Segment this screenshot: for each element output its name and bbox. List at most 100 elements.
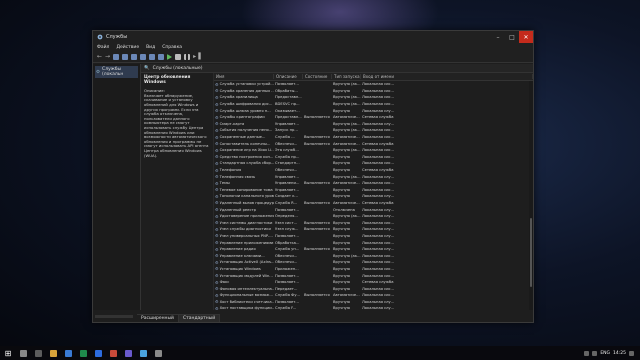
service-logon: Локальная слу...	[362, 227, 395, 232]
menu-file[interactable]: Файл	[97, 45, 109, 50]
table-row[interactable]: ⚙ Установщик модулей Win... Позволяет... Вр…	[214, 272, 528, 279]
pause-service-icon[interactable]	[184, 54, 191, 60]
help-icon[interactable]	[149, 54, 156, 60]
table-row[interactable]: ⚙ Узел системы диагностики Узел сист... Вып…	[214, 219, 528, 226]
service-logon: Локальная сис...	[362, 240, 395, 245]
service-description: Позволяет...	[275, 280, 299, 285]
table-row[interactable]: ⚙ Удаленный реестр Позволяет... Отключена Ло…	[214, 206, 528, 213]
table-row[interactable]: ⚙ Телефония Обеспечи... Вручную Сетевая служ…	[214, 167, 528, 174]
table-row[interactable]: ⚙ Смарт-карта Управляет... Вручную (ак... Ло…	[214, 121, 528, 128]
volume-icon[interactable]	[592, 350, 598, 356]
table-row[interactable]: ⚙ Телефонная связь Управляет... Вручную (ак…	[214, 173, 528, 180]
table-row[interactable]: ⚙ Удостоверение приложения Определя... Вруч…	[214, 213, 528, 220]
table-row[interactable]: ⚙ Сохранение игр на Xbox Li... Эта служб..…	[214, 147, 528, 154]
store-icon[interactable]	[80, 349, 87, 357]
column-startup-type[interactable]: Тип запуска	[332, 74, 361, 79]
table-row[interactable]: ⚙ Установщик Windows Приложен... Вручную Лок…	[214, 266, 528, 273]
media-icon[interactable]	[110, 349, 117, 357]
service-name: ⚙ Управление ключами...	[214, 253, 274, 258]
windows-start-icon[interactable]: ⊞	[0, 349, 16, 358]
service-startup-type: Вручную	[333, 260, 350, 265]
service-logon: Локальная сис...	[362, 181, 395, 186]
service-name-text: Служба установки устрой...	[219, 82, 274, 87]
service-description: Позволяет...	[275, 233, 299, 238]
mail-icon[interactable]	[95, 349, 102, 357]
table-row[interactable]: ⚙ Средство построения кон... Служба пр... В…	[214, 154, 528, 161]
show-icon[interactable]	[158, 54, 165, 60]
file-explorer-icon[interactable]	[50, 349, 57, 357]
tab-extended[interactable]: Расширенный	[137, 315, 179, 322]
table-row[interactable]: ⚙ Стандартная служба сбор... Стандартн... В…	[214, 160, 528, 167]
back-arrow-icon[interactable]: ←	[97, 54, 102, 60]
table-row[interactable]: ⚙ Служба шлюза уровня п... Оказывает... Вру…	[214, 107, 528, 114]
restart-service-icon[interactable]: ▸▐	[193, 54, 201, 60]
table-row[interactable]: ⚙ Теневое копирование тома Управляет... Вру…	[214, 187, 528, 194]
table-row[interactable]: ⚙ Хост библиотеки счетчика... Позволяет...…	[214, 299, 528, 306]
column-status[interactable]: Состояние	[303, 74, 332, 79]
table-row[interactable]: ⚙ Фоновая интеллектуальна... Передает... Вр…	[214, 285, 528, 292]
menu-action[interactable]: Действие	[116, 45, 139, 50]
search-taskbar-icon[interactable]	[20, 349, 27, 357]
table-row[interactable]: ⚙ Факс Позволяет... Вручную Сетевая служба	[214, 279, 528, 286]
vertical-scrollbar[interactable]	[529, 81, 533, 310]
service-description: Предоставл...	[275, 95, 302, 100]
column-description[interactable]: Описание	[274, 74, 303, 79]
properties-icon[interactable]	[122, 54, 129, 60]
export-list-icon[interactable]	[140, 54, 147, 60]
table-row[interactable]: ⚙ Установщик ActiveX (AxIns... Обеспечи...…	[214, 259, 528, 266]
console-tree-icon[interactable]	[113, 54, 120, 60]
service-startup-type: Вручную	[333, 247, 350, 252]
maximize-button[interactable]: □	[505, 31, 519, 43]
table-row[interactable]: ⚙ Управление ключами... Обеспечи... Вручную…	[214, 252, 528, 259]
menu-view[interactable]: Вид	[146, 45, 155, 50]
service-startup-type: Вручную	[333, 194, 350, 199]
table-row[interactable]: ⚙ Служба установки устрой... Позволяет... В…	[214, 81, 528, 88]
table-row[interactable]: ⚙ Темы Управлени... Выполняется Автоматиче..…	[214, 180, 528, 187]
scrollbar-thumb[interactable]	[530, 218, 532, 288]
table-row[interactable]: ⚙ Функциональные возмож... Служба Фу... Вып…	[214, 292, 528, 299]
table-row[interactable]: ⚙ Удаленный вызов процедур... Служба R... В…	[214, 200, 528, 207]
app-icon[interactable]	[140, 349, 147, 357]
table-row[interactable]: ⚙ Служба хранения данных ... Обрабаты... Вр…	[214, 88, 528, 95]
tree-horizontal-scrollbar[interactable]	[95, 315, 133, 318]
service-gear-icon: ⚙	[215, 246, 219, 252]
start-service-icon[interactable]	[167, 54, 173, 60]
edge-browser-icon[interactable]	[65, 349, 72, 357]
service-description: Обеспечи...	[275, 260, 298, 265]
service-name-text: Служба хранилища	[219, 95, 258, 100]
service-gear-icon: ⚙	[215, 213, 219, 219]
table-row[interactable]: ⚙ Узел универсальных PNP-... Позволяет... В…	[214, 233, 528, 240]
service-description: Служба Фу...	[275, 293, 301, 298]
service-name: ⚙ Средство построения кон...	[214, 154, 274, 159]
menu-help[interactable]: Справка	[162, 45, 182, 50]
table-row[interactable]: ⚙ Служба шифрования дис... BDESVC пр... Вру…	[214, 101, 528, 108]
column-name[interactable]: Имя	[214, 74, 274, 79]
table-row[interactable]: ⚙ Топологии канального уровня Создает к...…	[214, 193, 528, 200]
task-view-icon[interactable]	[35, 349, 42, 357]
refresh-icon[interactable]	[131, 54, 138, 60]
tree-node-services[interactable]: ⚙ Службы (локальн	[95, 66, 138, 78]
table-row[interactable]: ⚙ События получения непо... Запуск пр... Вр…	[214, 127, 528, 134]
taskbar-apps	[20, 349, 162, 357]
table-row[interactable]: ⚙ Службы криптографии Предоставл... Выполня…	[214, 114, 528, 121]
clock[interactable]: 14:25	[613, 351, 626, 356]
close-button[interactable]: ✕	[519, 31, 533, 43]
forward-arrow-icon[interactable]: →	[105, 54, 110, 60]
table-row[interactable]: ⚙ Служба хранилища Предоставл... Вручную (а…	[214, 94, 528, 101]
tab-standard[interactable]: Стандартный	[178, 315, 221, 322]
language-indicator[interactable]: ENG	[600, 351, 610, 356]
table-row[interactable]: ⚙ Управление радио Служба уп... Выполняется…	[214, 246, 528, 253]
minimize-button[interactable]: –	[491, 31, 505, 43]
table-row[interactable]: ⚙ Сопоставитель конечны... Обеспечи... Выпо…	[214, 140, 528, 147]
column-logon-as[interactable]: Вход от имени	[361, 74, 533, 79]
service-description: Эта служб...	[275, 148, 299, 153]
stop-service-icon[interactable]	[175, 54, 182, 60]
table-row[interactable]: ⚙ Узел службы диагностики Узел служ... Выпо…	[214, 226, 528, 233]
app-icon[interactable]	[125, 349, 132, 357]
notifications-icon[interactable]	[629, 350, 634, 356]
services-taskbar-icon[interactable]	[155, 349, 162, 357]
table-row[interactable]: ⚙ Сохраненные данные... Служба ... Выполняе…	[214, 134, 528, 141]
table-row[interactable]: ⚙ Управление приложениями Обработка... Вруч…	[214, 239, 528, 246]
service-startup-type: Автоматиче...	[333, 141, 360, 146]
network-icon[interactable]	[584, 350, 590, 356]
